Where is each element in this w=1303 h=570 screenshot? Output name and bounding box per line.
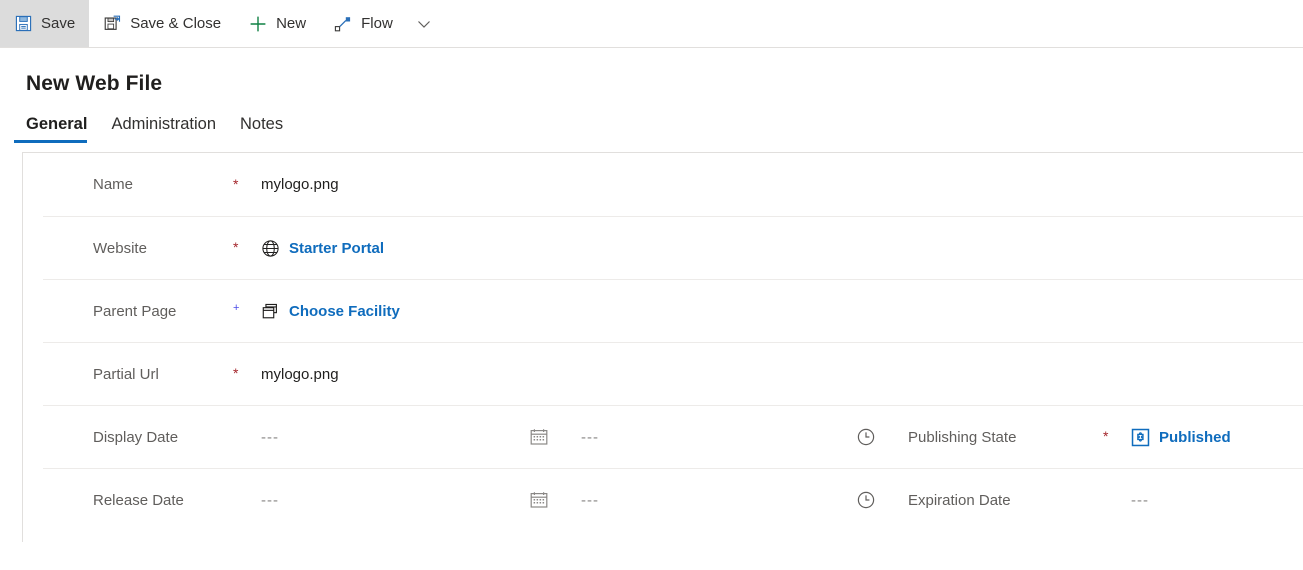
tab-general[interactable]: General xyxy=(14,115,99,143)
required-marker-partial-url: * xyxy=(233,365,239,381)
field-value-display-date-text: --- xyxy=(261,428,279,446)
field-label-publishing-state: Publishing State xyxy=(908,428,1017,446)
field-value-release-time[interactable]: --- xyxy=(581,492,856,509)
form-row-parent-page: Parent Page + Choose Facility xyxy=(43,279,1303,342)
required-marker-release-date: * xyxy=(233,492,261,506)
form-row-website: Website * Starter Portal xyxy=(43,216,1303,279)
recommended-marker-parent-page: + xyxy=(233,301,240,314)
field-value-expiration-date-text: --- xyxy=(1131,491,1149,509)
form-panel: Name * mylogo.png Website * Starter Port… xyxy=(22,152,1303,542)
field-label-expiration-date: Expiration Date xyxy=(908,491,1011,509)
tab-administration[interactable]: Administration xyxy=(99,115,228,143)
new-button-label: New xyxy=(276,15,307,32)
save-button[interactable]: Save xyxy=(0,0,90,47)
required-marker-website: * xyxy=(233,239,239,255)
display-date-calendar-button[interactable] xyxy=(529,427,581,447)
field-label-display-date: Display Date xyxy=(93,428,179,446)
field-label-name: Name xyxy=(93,176,134,193)
clock-icon xyxy=(856,490,876,510)
field-value-publishing-state-text: Published xyxy=(1159,428,1231,446)
save-icon xyxy=(14,15,32,33)
field-value-parent-page-text: Choose Facility xyxy=(289,302,400,320)
flow-button[interactable]: Flow xyxy=(320,0,407,47)
field-value-website-text: Starter Portal xyxy=(289,239,385,257)
field-value-name[interactable]: mylogo.png xyxy=(261,176,339,193)
field-value-partial-url[interactable]: mylogo.png xyxy=(261,366,339,383)
field-label-website: Website xyxy=(93,239,147,257)
release-date-calendar-button[interactable] xyxy=(529,490,581,510)
command-bar-overflow-button[interactable] xyxy=(407,0,441,47)
field-value-name-text: mylogo.png xyxy=(261,176,339,193)
new-button[interactable]: New xyxy=(235,0,320,47)
required-marker-name: * xyxy=(233,175,239,192)
required-marker-display-date: * xyxy=(233,429,261,443)
field-label-release-date: Release Date xyxy=(93,491,184,509)
form-row-display-date: Display Date * --- - xyxy=(43,405,1303,468)
entity-icon xyxy=(1131,428,1150,447)
save-and-close-button[interactable]: Save & Close xyxy=(89,0,235,47)
calendar-icon xyxy=(529,427,549,447)
form-tabs: General Administration Notes xyxy=(0,115,1303,143)
globe-icon xyxy=(261,239,280,258)
pages-icon xyxy=(261,302,280,321)
release-time-clock-button[interactable] xyxy=(856,490,908,510)
form-row-partial-url: Partial Url * mylogo.png xyxy=(43,342,1303,405)
calendar-icon xyxy=(529,490,549,510)
save-and-close-label: Save & Close xyxy=(130,15,222,32)
page-title: New Web File xyxy=(26,72,163,95)
field-value-release-time-text: --- xyxy=(581,491,599,509)
field-value-display-date[interactable]: --- xyxy=(261,429,529,446)
flow-icon xyxy=(334,15,352,33)
clock-icon xyxy=(856,427,876,447)
chevron-down-icon xyxy=(416,16,432,32)
plus-icon xyxy=(249,15,267,33)
field-value-display-time-text: --- xyxy=(581,428,599,446)
tab-notes[interactable]: Notes xyxy=(228,115,295,143)
form-row-name: Name * mylogo.png xyxy=(43,153,1303,216)
tab-general-label: General xyxy=(26,115,88,133)
required-marker-publishing-state: * xyxy=(1103,428,1109,444)
field-value-website[interactable]: Starter Portal xyxy=(261,239,384,258)
field-label-parent-page: Parent Page xyxy=(93,302,177,320)
save-and-close-icon xyxy=(103,15,121,33)
field-value-partial-url-text: mylogo.png xyxy=(261,365,339,383)
field-value-publishing-state[interactable]: Published xyxy=(1131,428,1231,447)
display-time-clock-button[interactable] xyxy=(856,427,908,447)
field-label-partial-url: Partial Url xyxy=(93,365,159,383)
tab-notes-label: Notes xyxy=(240,115,284,133)
tab-administration-label: Administration xyxy=(111,115,216,133)
command-bar: Save Save & Close New Flow xyxy=(0,0,1303,48)
save-button-label: Save xyxy=(41,15,76,32)
required-marker-expiration-date: * xyxy=(1103,492,1131,506)
field-value-parent-page[interactable]: Choose Facility xyxy=(261,302,400,321)
field-value-expiration-date[interactable]: --- xyxy=(1131,492,1149,509)
flow-button-label: Flow xyxy=(361,15,393,32)
field-value-display-time[interactable]: --- xyxy=(581,429,856,446)
form-row-release-date: Release Date * --- - xyxy=(43,468,1303,531)
field-value-release-date-text: --- xyxy=(261,491,279,509)
field-value-release-date[interactable]: --- xyxy=(261,492,529,509)
